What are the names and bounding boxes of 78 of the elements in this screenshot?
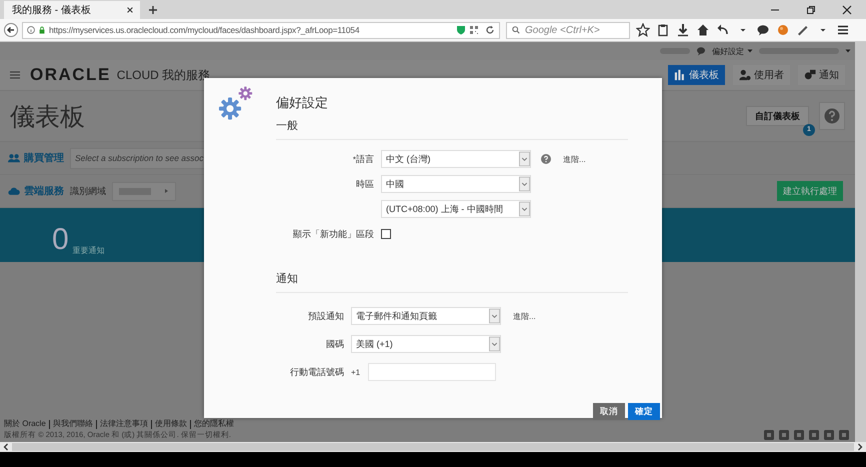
country-code: +1 xyxy=(351,368,360,376)
field-label: 顯示「新功能」區段 xyxy=(293,228,374,238)
footer-link[interactable]: 與我們聯絡 xyxy=(52,419,93,429)
checkbox[interactable] xyxy=(381,229,391,239)
info-icon xyxy=(27,26,35,34)
chat-bubble-icon[interactable] xyxy=(756,23,770,37)
field-label: *語言 xyxy=(352,154,374,164)
restore-icon[interactable] xyxy=(806,5,816,15)
create-instance-button[interactable]: 建立執行處理 xyxy=(777,181,843,201)
chevron-down-icon xyxy=(519,176,530,192)
dropdown[interactable]: (UTC+08:00) 上海 - 中國時間 xyxy=(381,200,531,218)
chevron-down-icon xyxy=(519,201,530,217)
qr-code-icon xyxy=(469,25,479,35)
dropdown[interactable]: 美國 (+1) xyxy=(351,335,501,353)
advanced-link[interactable]: 進階... xyxy=(513,310,536,322)
help-icon[interactable] xyxy=(541,154,551,164)
dropdown[interactable]: 電子郵件和通知頁籤 xyxy=(351,307,501,325)
dropdown[interactable]: 中國 xyxy=(381,175,531,193)
users-icon xyxy=(8,152,20,164)
oracle-logo: ORACLE xyxy=(30,65,111,85)
user-menu[interactable]: 偏好設定 xyxy=(712,46,753,56)
scrollbar[interactable] xyxy=(12,443,854,451)
section-heading: 通知 xyxy=(276,271,628,293)
field-label: 預設通知 xyxy=(308,310,344,320)
nav-button[interactable]: 通知 xyxy=(798,65,845,85)
lock-icon xyxy=(38,26,46,34)
menu-icon[interactable] xyxy=(836,23,850,37)
nav-button[interactable]: 儀表板 xyxy=(668,65,725,85)
footer-link[interactable]: 您的隱私權 xyxy=(194,419,234,429)
clipboard-icon[interactable] xyxy=(656,23,670,37)
download-icon[interactable] xyxy=(676,23,690,37)
caret-icon xyxy=(845,48,851,54)
scrollbar[interactable] xyxy=(855,42,866,442)
cloud-icon xyxy=(8,185,20,197)
chevron-down-icon xyxy=(519,151,530,167)
chevron-down-icon xyxy=(489,336,500,352)
advanced-link[interactable]: 進階... xyxy=(563,154,586,164)
notification-count: 0 xyxy=(52,224,69,256)
close-icon[interactable] xyxy=(842,5,852,15)
chat-bubble-icon xyxy=(696,46,706,56)
customize-button[interactable]: 自訂儀表板 xyxy=(746,106,809,126)
pencil-icon[interactable] xyxy=(796,23,810,37)
undo-arrow-icon[interactable] xyxy=(716,23,730,37)
star-icon[interactable] xyxy=(636,23,650,37)
nav-button[interactable]: 使用者 xyxy=(733,65,790,85)
ball-icon[interactable] xyxy=(776,23,790,37)
help-button[interactable] xyxy=(819,102,845,130)
field-label: 識別網域 xyxy=(70,184,106,198)
bar-chart-icon xyxy=(674,69,686,81)
chevron-down-icon xyxy=(489,308,500,324)
search-field[interactable]: Google <Ctrl+K> xyxy=(506,22,630,38)
plus-icon[interactable] xyxy=(148,5,158,15)
ok-button[interactable]: 確定 xyxy=(628,403,660,420)
footer-link[interactable]: 使用條款 xyxy=(154,419,187,429)
notification-label: 重要通知 xyxy=(72,245,105,256)
footer-link[interactable]: 關於 Oracle xyxy=(4,419,46,429)
phone-input[interactable] xyxy=(368,363,496,381)
dropdown[interactable]: 中文 (台灣) xyxy=(381,150,531,168)
caret-icon xyxy=(747,48,753,54)
search-icon xyxy=(512,26,520,34)
footer-link[interactable]: 法律注意事項 xyxy=(100,419,148,429)
users-icon xyxy=(739,69,751,81)
dialog-title: 偏好設定 xyxy=(276,94,329,112)
chevron-right-icon[interactable] xyxy=(856,443,864,451)
page-title: 儀表板 xyxy=(10,102,85,132)
reload-icon[interactable] xyxy=(485,25,495,35)
browser-tab[interactable]: 我的服務 - 儀表板 xyxy=(4,1,140,19)
cancel-button[interactable]: 取消 xyxy=(593,403,625,420)
close-icon[interactable] xyxy=(126,6,134,14)
shield-icon xyxy=(456,25,466,35)
help-icon xyxy=(824,108,840,124)
caret-icon xyxy=(163,188,169,194)
field-label: 國碼 xyxy=(326,338,344,348)
field-label: 行動電話號碼 xyxy=(290,366,344,376)
field-label: 時區 xyxy=(356,178,374,188)
section-heading: 一般 xyxy=(276,118,628,140)
chevron-left-icon[interactable] xyxy=(2,443,10,451)
home-icon[interactable] xyxy=(696,23,710,37)
